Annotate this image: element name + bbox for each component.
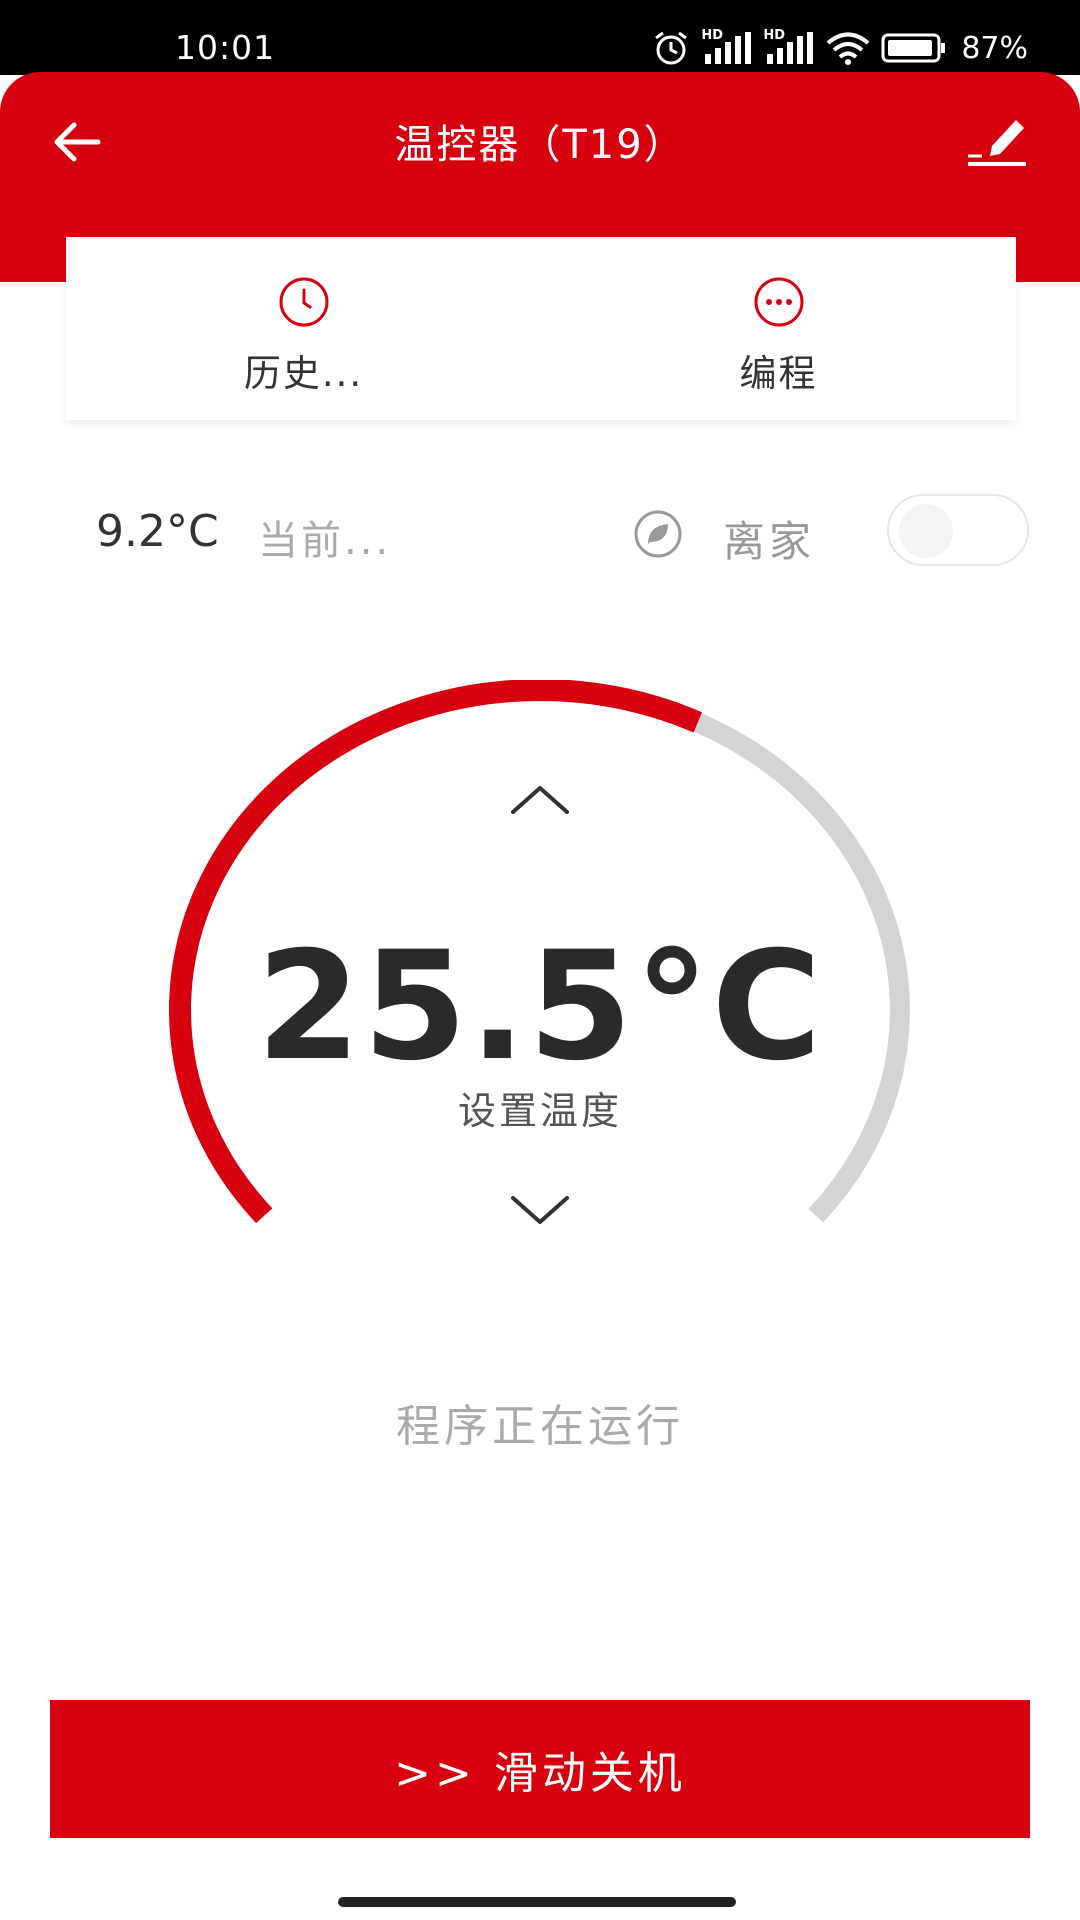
info-row: 9.2°C 当前... 离家: [0, 490, 1080, 570]
clock-icon: [279, 277, 328, 327]
slide-power-off-button[interactable]: >> 滑动关机: [50, 1700, 1030, 1838]
program-status: 程序正在运行: [396, 1401, 684, 1452]
status-icons: HD HD 87%: [651, 28, 1028, 68]
status-time: 10:01: [175, 28, 276, 67]
page-title: 温控器（T19）: [394, 122, 686, 168]
set-temperature: 25.5°C: [256, 920, 824, 1094]
tabs-card: 历史... 编程: [66, 237, 1016, 420]
tab-history-label: 历史...: [243, 352, 364, 395]
increase-temperature-icon[interactable]: [505, 780, 575, 820]
alarm-icon: [655, 31, 688, 65]
battery-icon: [881, 33, 946, 63]
current-temperature-label: 当前...: [258, 518, 392, 564]
tab-history[interactable]: 历史...: [66, 237, 541, 420]
away-mode-toggle[interactable]: [887, 494, 1029, 566]
more-dots-icon: [754, 277, 803, 327]
tab-program-label: 编程: [739, 352, 818, 395]
home-indicator[interactable]: [338, 1897, 736, 1907]
set-temperature-label: 设置温度: [457, 1089, 622, 1133]
away-mode-label: 离家: [723, 517, 816, 566]
toggle-knob: [899, 504, 953, 558]
tab-program[interactable]: 编程: [541, 237, 1016, 420]
decrease-temperature-icon[interactable]: [505, 1190, 575, 1230]
wifi-icon: [827, 32, 870, 65]
current-temperature: 9.2°C: [96, 506, 219, 557]
signal-icon-1: HD: [701, 28, 753, 66]
pencil-icon[interactable]: [964, 108, 1030, 174]
temperature-dial: 25.5°C 设置温度: [0, 680, 1080, 1300]
leaf-icon: [634, 510, 682, 558]
status-bar: 10:01 HD HD 87%: [0, 0, 1080, 75]
battery-percent: 87%: [961, 30, 1028, 66]
signal-icon-2: HD: [763, 28, 815, 66]
